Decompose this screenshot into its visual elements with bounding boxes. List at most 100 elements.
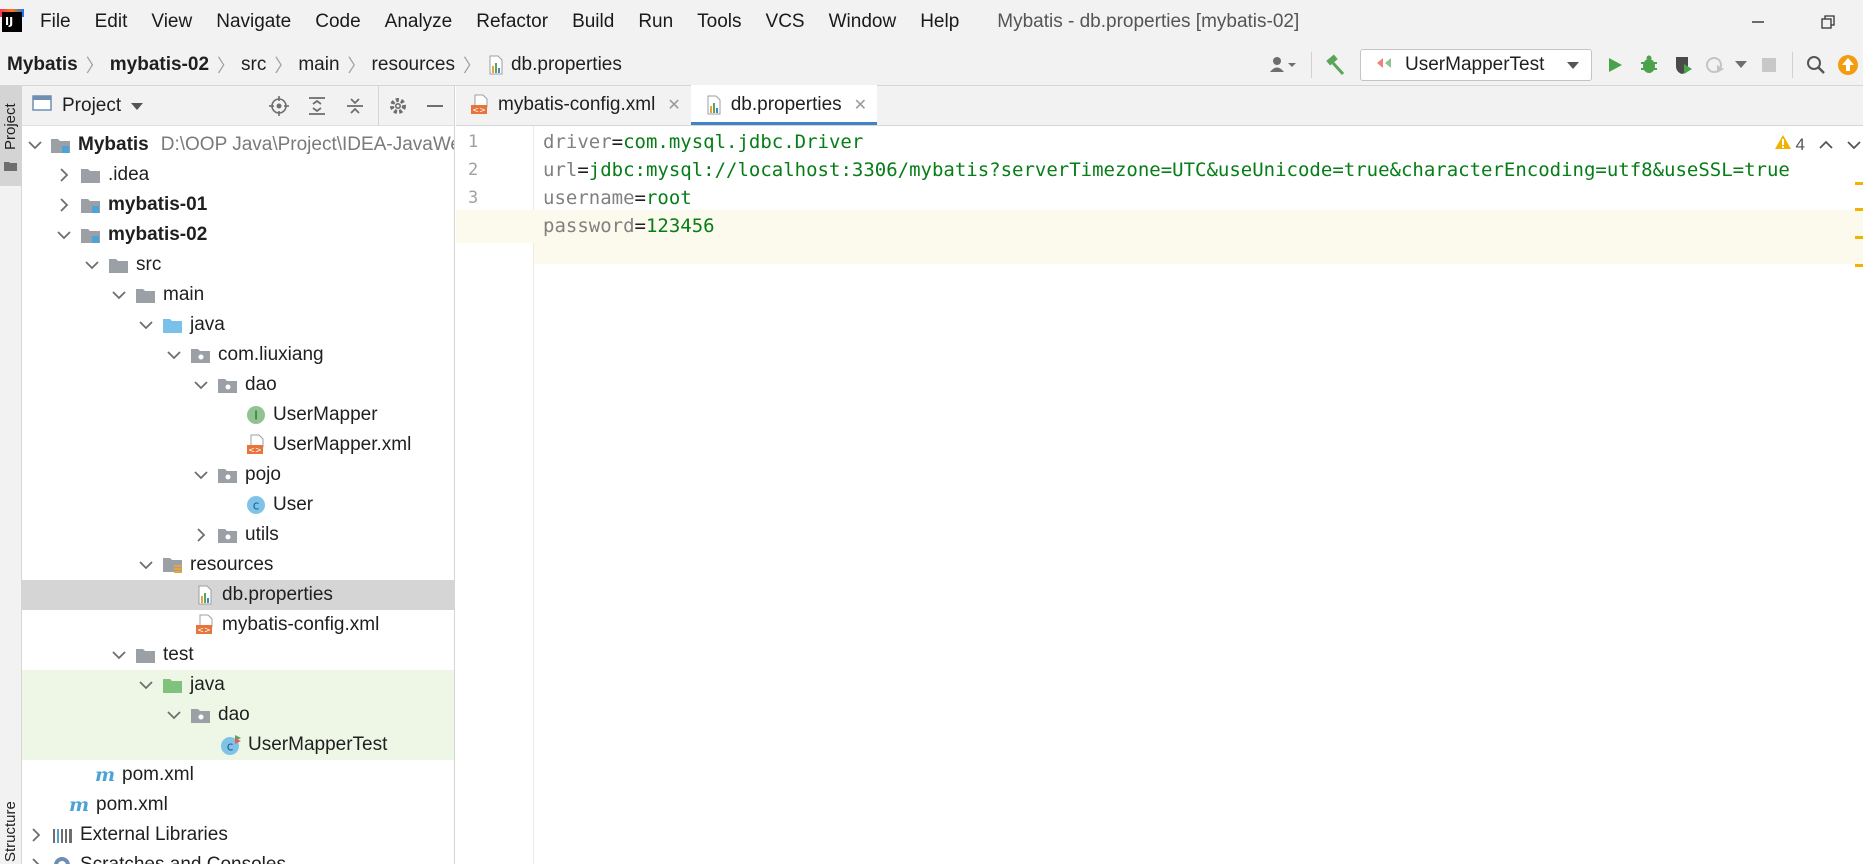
breadcrumb-src[interactable]: src 〉 (241, 52, 298, 78)
run-button[interactable] (1598, 48, 1632, 82)
warning-marker[interactable] (1855, 236, 1863, 239)
chevron-down-icon[interactable] (193, 467, 209, 483)
test-class-icon: c (220, 735, 242, 755)
tree-item-mybatis-02[interactable]: mybatis-02 (22, 220, 454, 250)
inspection-widget[interactable]: 4 (1774, 134, 1863, 155)
profile-button[interactable] (1700, 48, 1730, 82)
menu-edit[interactable]: Edit (83, 0, 140, 44)
xml-file-icon: <> (470, 94, 490, 116)
chevron-down-icon[interactable] (1847, 135, 1861, 155)
collapse-all-button[interactable] (336, 86, 374, 126)
tree-item-mybatis-01[interactable]: mybatis-01 (22, 190, 454, 220)
run-configuration-select[interactable]: UserMapperTest (1360, 49, 1592, 81)
chevron-down-icon[interactable] (138, 677, 154, 693)
menu-help[interactable]: Help (908, 0, 971, 44)
tree-item-main[interactable]: main (22, 280, 454, 310)
update-button[interactable] (1833, 48, 1863, 82)
breadcrumb-main[interactable]: main 〉 (298, 52, 371, 78)
chevron-right-icon[interactable] (193, 527, 209, 543)
breadcrumb-mybatis-02[interactable]: mybatis-02 〉 (110, 52, 241, 78)
chevron-right-icon[interactable] (56, 167, 72, 183)
select-opened-file-button[interactable] (260, 86, 298, 126)
chevron-down-icon[interactable] (138, 317, 154, 333)
tree-item-java-sources[interactable]: java (22, 310, 454, 340)
tree-item-package-com-liuxiang[interactable]: com.liuxiang (22, 340, 454, 370)
project-view-select[interactable]: Project (62, 95, 121, 117)
menu-tools[interactable]: Tools (685, 0, 753, 44)
tree-item-idea[interactable]: .idea (22, 160, 454, 190)
breadcrumb-db-properties[interactable]: db.properties (487, 54, 622, 76)
menu-analyze[interactable]: Analyze (373, 0, 465, 44)
tree-item-usermapper-xml[interactable]: <> UserMapper.xml (22, 430, 454, 460)
tree-item-user-class[interactable]: c User (22, 490, 454, 520)
chevron-down-icon[interactable] (111, 647, 127, 663)
warning-marker[interactable] (1855, 182, 1863, 185)
stop-button[interactable] (1752, 48, 1786, 82)
tree-item-module-pom-xml[interactable]: m pom.xml (22, 760, 454, 790)
menu-navigate[interactable]: Navigate (204, 0, 303, 44)
search-everywhere-button[interactable] (1799, 48, 1833, 82)
stop-icon (1762, 58, 1776, 72)
navigation-bar: Mybatis 〉 mybatis-02 〉 src 〉 main 〉 resource… (0, 44, 1863, 86)
chevron-down-icon[interactable] (166, 347, 182, 363)
hide-panel-button[interactable] (416, 86, 454, 126)
chevron-down-icon[interactable] (56, 227, 72, 243)
project-tool-window-button[interactable]: Project (0, 86, 22, 186)
close-icon[interactable]: ✕ (854, 95, 867, 115)
panel-settings-button[interactable] (378, 86, 416, 126)
chevron-right-icon[interactable] (28, 827, 44, 843)
code-line[interactable]: password=123456 (456, 210, 1863, 243)
tree-item-java-tests[interactable]: java (22, 670, 454, 700)
chevron-down-icon[interactable] (131, 95, 144, 116)
warning-marker[interactable] (1855, 264, 1863, 267)
chevron-right-icon[interactable] (28, 857, 44, 864)
tab-mybatis-config-xml[interactable]: <> mybatis-config.xml ✕ (456, 85, 691, 125)
chevron-up-icon[interactable] (1819, 135, 1833, 155)
tree-item-scratches-and-consoles[interactable]: Scratches and Consoles (22, 850, 454, 864)
tree-item-db-properties[interactable]: db.properties (22, 580, 454, 610)
menu-file[interactable]: File (40, 0, 83, 44)
structure-tool-window-button[interactable]: Structure (0, 784, 22, 864)
run-more-dropdown[interactable] (1730, 48, 1752, 82)
tree-item-external-libraries[interactable]: External Libraries (22, 820, 454, 850)
coverage-button[interactable] (1666, 48, 1700, 82)
chevron-down-icon[interactable] (28, 137, 42, 153)
tree-item-package-dao[interactable]: dao (22, 370, 454, 400)
warning-marker[interactable] (1855, 208, 1863, 211)
tree-item-mybatis-config-xml[interactable]: <> mybatis-config.xml (22, 610, 454, 640)
restore-button[interactable] (1793, 0, 1863, 44)
code-editor[interactable]: 1 2 3 4 driver=com.mysql.jdbc.Driver url… (456, 126, 1863, 864)
breadcrumb-mybatis[interactable]: Mybatis 〉 (0, 52, 110, 78)
tree-item-test[interactable]: test (22, 640, 454, 670)
tree-item-src[interactable]: src (22, 250, 454, 280)
tree-item-usermappertest[interactable]: c UserMapperTest (22, 730, 454, 760)
chevron-right-icon[interactable] (56, 197, 72, 213)
menu-vcs[interactable]: VCS (754, 0, 817, 44)
menu-view[interactable]: View (139, 0, 204, 44)
tree-item-root-pom-xml[interactable]: m pom.xml (22, 790, 454, 820)
tree-item-resources[interactable]: resources (22, 550, 454, 580)
menu-run[interactable]: Run (626, 0, 685, 44)
user-account-button[interactable] (1261, 48, 1305, 82)
tree-item-test-package-dao[interactable]: dao (22, 700, 454, 730)
tree-item-usermapper[interactable]: I UserMapper (22, 400, 454, 430)
menu-refactor[interactable]: Refactor (464, 0, 560, 44)
debug-button[interactable] (1632, 48, 1666, 82)
menu-build[interactable]: Build (560, 0, 626, 44)
tree-item-package-pojo[interactable]: pojo (22, 460, 454, 490)
chevron-down-icon[interactable] (111, 287, 127, 303)
build-button[interactable] (1318, 48, 1352, 82)
expand-all-button[interactable] (298, 86, 336, 126)
chevron-down-icon[interactable] (84, 257, 100, 273)
tree-item-mybatis[interactable]: Mybatis D:\OOP Java\Project\IDEA-JavaWeb (22, 130, 454, 160)
chevron-down-icon[interactable] (166, 707, 182, 723)
menu-window[interactable]: Window (817, 0, 909, 44)
chevron-down-icon[interactable] (193, 377, 209, 393)
tree-item-package-utils[interactable]: utils (22, 520, 454, 550)
menu-code[interactable]: Code (303, 0, 372, 44)
minimize-button[interactable] (1723, 0, 1793, 44)
breadcrumb-resources[interactable]: resources 〉 (372, 52, 487, 78)
close-icon[interactable]: ✕ (667, 95, 680, 115)
tab-db-properties[interactable]: db.properties ✕ (690, 85, 878, 125)
chevron-down-icon[interactable] (138, 557, 154, 573)
